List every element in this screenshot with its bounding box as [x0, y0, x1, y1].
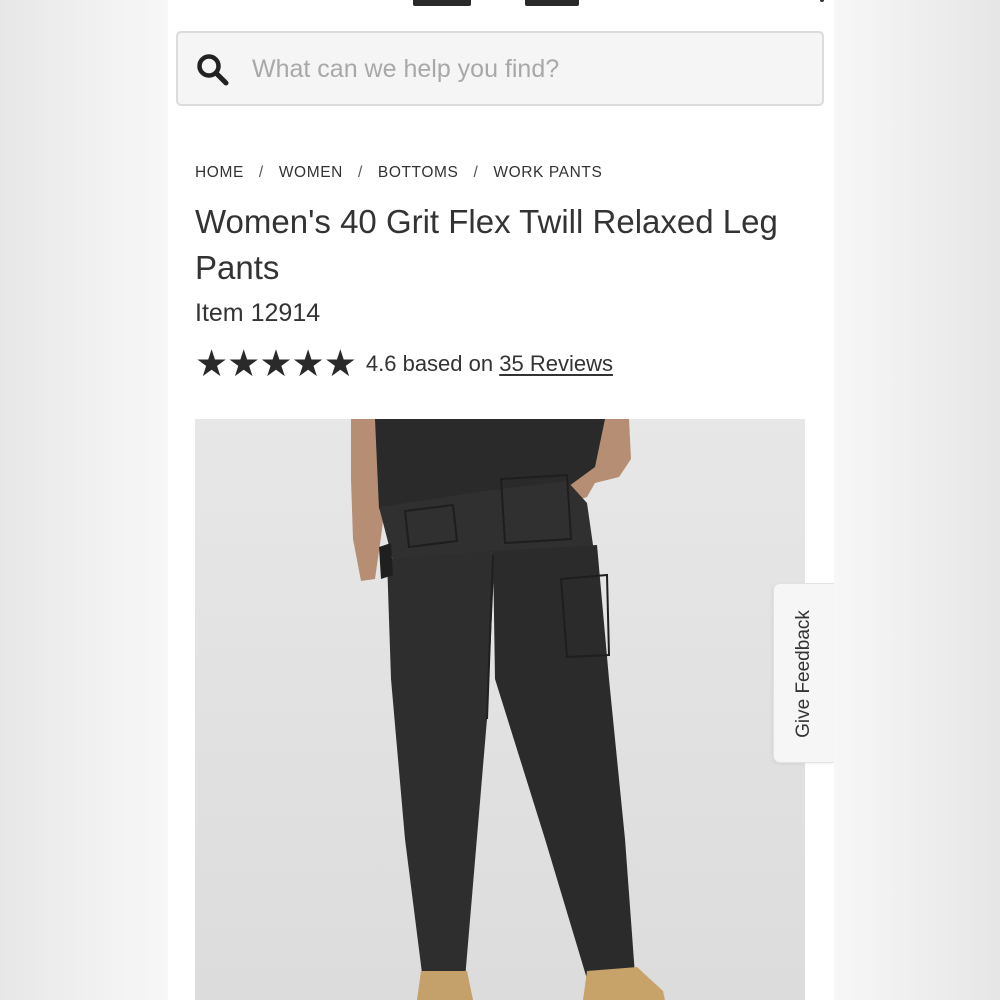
rating-stars[interactable]: ★ ★ ★ ★ ★ — [195, 343, 357, 384]
breadcrumb-separator: / — [258, 164, 264, 181]
cart-icon[interactable] — [820, 0, 824, 2]
star-icon: ★ — [323, 343, 357, 384]
logo-mark-right — [525, 0, 579, 6]
mobile-page: CO HOME / WOMEN / BOTTOMS / WORK PANTS W… — [168, 0, 834, 1000]
give-feedback-label[interactable]: Give Feedback — [793, 610, 815, 738]
item-number-value: 12914 — [250, 299, 321, 327]
rating-value: 4.6 — [365, 351, 397, 376]
product-rating: ★ ★ ★ ★ ★ 4.6 based on 35 Reviews — [195, 343, 613, 384]
search-icon[interactable] — [196, 53, 230, 87]
item-label: Item — [195, 299, 244, 327]
rating-connector: based on — [402, 351, 494, 376]
breadcrumb-separator: / — [473, 164, 479, 181]
breadcrumb-work-pants[interactable]: WORK PANTS — [493, 164, 602, 182]
star-icon: ★ — [195, 343, 229, 384]
product-image[interactable] — [195, 419, 805, 1000]
item-number: Item 12914 — [195, 299, 320, 328]
rating-summary: 4.6 based on 35 Reviews — [366, 351, 613, 377]
star-icon: ★ — [227, 343, 261, 384]
breadcrumb-women[interactable]: WOMEN — [279, 164, 343, 182]
breadcrumb-home[interactable]: HOME — [195, 164, 244, 182]
star-icon: ★ — [291, 343, 325, 384]
reviews-link[interactable]: 35 Reviews — [499, 351, 613, 376]
star-icon: ★ — [259, 343, 293, 384]
background-right — [834, 0, 1000, 1000]
pants-illustration — [195, 419, 805, 1000]
breadcrumb-separator: / — [357, 164, 363, 181]
give-feedback-tab[interactable]: Give Feedback — [773, 583, 834, 763]
brand-logo[interactable]: CO — [413, 0, 579, 8]
search-bar[interactable] — [176, 31, 824, 106]
search-input[interactable] — [252, 47, 792, 91]
breadcrumb: HOME / WOMEN / BOTTOMS / WORK PANTS — [195, 164, 602, 182]
product-title: Women's 40 Grit Flex Twill Relaxed Leg P… — [195, 203, 778, 286]
breadcrumb-bottoms[interactable]: BOTTOMS — [378, 164, 459, 182]
background-left — [0, 0, 168, 1000]
logo-mark-left — [413, 0, 471, 6]
